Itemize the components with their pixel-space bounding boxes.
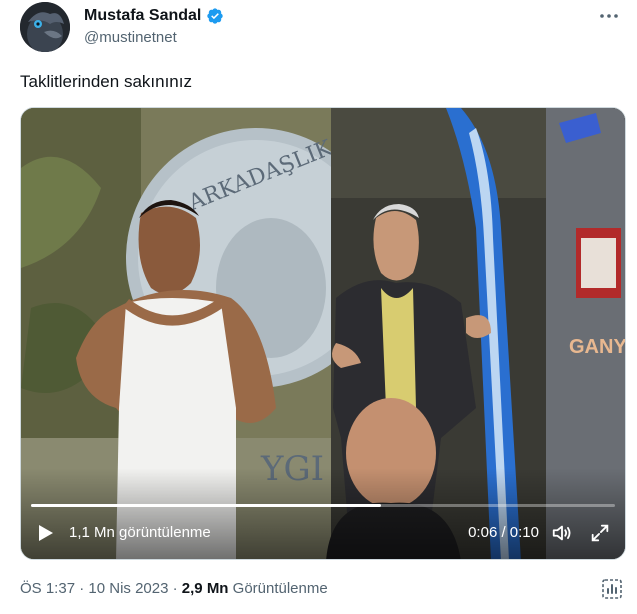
- meta-separator: ·: [75, 580, 89, 597]
- video-player[interactable]: ARKADAŞLIK YGI S GANY: [20, 107, 626, 560]
- tweet-metadata: ÖS 1:37 · 10 Nis 2023 · 2,9 Mn Görüntüle…: [20, 580, 328, 597]
- tweet-time[interactable]: ÖS 1:37: [20, 580, 75, 597]
- author-handle[interactable]: @mustinetnet: [84, 29, 177, 46]
- tweet-view-label: Görüntülenme: [228, 580, 328, 597]
- avatar-image: [20, 2, 70, 52]
- avatar[interactable]: [20, 2, 70, 52]
- tweet-view-count: 2,9 Mn: [181, 580, 229, 597]
- video-frame: ARKADAŞLIK YGI S GANY: [21, 108, 626, 559]
- more-options-icon[interactable]: [597, 4, 621, 28]
- play-icon[interactable]: [35, 523, 55, 543]
- verified-badge-icon: [206, 7, 224, 25]
- tweet-date[interactable]: 10 Nis 2023: [88, 580, 168, 597]
- analytics-icon[interactable]: [600, 577, 624, 601]
- tweet-text: Taklitlerinden sakınınız: [20, 72, 192, 91]
- author-name[interactable]: Mustafa Sandal: [84, 7, 201, 25]
- volume-icon[interactable]: [551, 522, 573, 544]
- meta-separator: ·: [168, 580, 182, 597]
- video-time: 0:06 / 0:10: [468, 524, 539, 541]
- fullscreen-icon[interactable]: [589, 522, 611, 544]
- video-view-count: 1,1 Mn görüntülenme: [69, 524, 211, 541]
- sign-text-right: GANY: [569, 336, 626, 358]
- video-controls: 1,1 Mn görüntülenme 0:06 / 0:10: [21, 507, 625, 559]
